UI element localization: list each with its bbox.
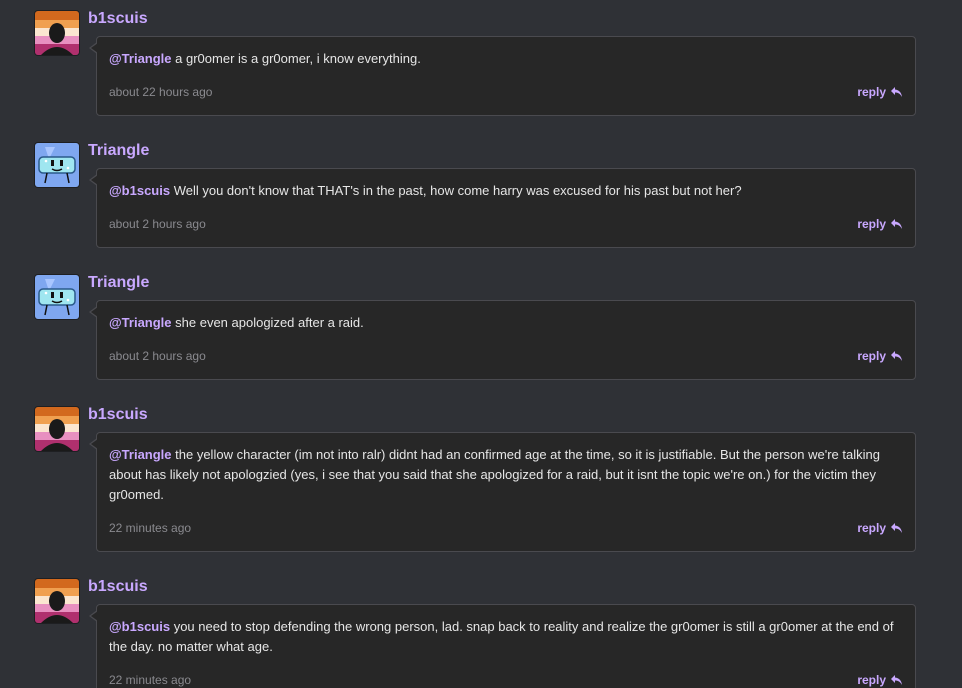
mention-link[interactable]: @Triangle <box>109 51 172 66</box>
comment-text: @Triangle a gr0omer is a gr0omer, i know… <box>109 49 903 69</box>
blue-triangle-character-avatar-icon <box>35 275 79 319</box>
timestamp: 22 minutes ago <box>109 673 192 687</box>
mention-link[interactable]: @b1scuis <box>109 619 170 634</box>
comment-meta: about 22 hours ago reply <box>109 85 903 101</box>
reply-label: reply <box>857 349 886 363</box>
reply-arrow-icon <box>891 351 902 361</box>
timestamp: about 22 hours ago <box>109 85 213 99</box>
comment-meta: about 2 hours ago reply <box>109 217 903 233</box>
comment-body: Well you don't know that THAT's in the p… <box>170 183 742 198</box>
timestamp: about 2 hours ago <box>109 217 206 231</box>
reply-button[interactable]: reply <box>857 349 903 363</box>
comment-text: @Triangle the yellow character (im not i… <box>109 445 903 505</box>
username[interactable]: Triangle <box>88 142 149 160</box>
orange-sunset-avatar-icon <box>35 579 79 623</box>
username[interactable]: Triangle <box>88 274 149 292</box>
reply-label: reply <box>857 217 886 231</box>
comment-text: @b1scuis you need to stop defending the … <box>109 617 903 657</box>
timestamp: about 2 hours ago <box>109 349 206 363</box>
reply-arrow-icon <box>891 523 902 533</box>
reply-label: reply <box>857 85 886 99</box>
reply-label: reply <box>857 673 886 687</box>
mention-link[interactable]: @Triangle <box>109 315 172 330</box>
reply-button[interactable]: reply <box>857 85 903 99</box>
avatar[interactable] <box>34 142 80 188</box>
timestamp: 22 minutes ago <box>109 521 192 535</box>
mention-link[interactable]: @Triangle <box>109 447 172 462</box>
blue-triangle-character-avatar-icon <box>35 143 79 187</box>
avatar[interactable] <box>34 578 80 624</box>
reply-arrow-icon <box>891 675 902 685</box>
reply-button[interactable]: reply <box>857 521 903 535</box>
comment-meta: about 2 hours ago reply <box>109 349 903 365</box>
avatar[interactable] <box>34 406 80 452</box>
reply-label: reply <box>857 521 886 535</box>
comment-meta: 22 minutes ago reply <box>109 673 903 688</box>
comment-meta: 22 minutes ago reply <box>109 521 903 537</box>
reply-arrow-icon <box>891 87 902 97</box>
comment-body: a gr0omer is a gr0omer, i know everythin… <box>171 51 421 66</box>
comment-body: she even apologized after a raid. <box>171 315 364 330</box>
comment-bubble: @b1scuis you need to stop defending the … <box>89 604 916 688</box>
comment-bubble: @Triangle the yellow character (im not i… <box>89 432 916 552</box>
avatar[interactable] <box>34 274 80 320</box>
avatar[interactable] <box>34 10 80 56</box>
username[interactable]: b1scuis <box>88 406 148 424</box>
orange-sunset-avatar-icon <box>35 407 79 451</box>
comment-bubble: @b1scuis Well you don't know that THAT's… <box>89 168 916 248</box>
comment-bubble: @Triangle she even apologized after a ra… <box>89 300 916 380</box>
reply-arrow-icon <box>891 219 902 229</box>
username[interactable]: b1scuis <box>88 578 148 596</box>
comment-text: @b1scuis Well you don't know that THAT's… <box>109 181 903 201</box>
comment-body: the yellow character (im not into ralr) … <box>109 447 880 502</box>
comment-body: you need to stop defending the wrong per… <box>109 619 894 654</box>
orange-sunset-avatar-icon <box>35 11 79 55</box>
reply-button[interactable]: reply <box>857 673 903 687</box>
username[interactable]: b1scuis <box>88 10 148 28</box>
comment-bubble: @Triangle a gr0omer is a gr0omer, i know… <box>89 36 916 116</box>
comment-feed: b1scuis @Triangle a gr0omer is a gr0omer… <box>0 0 962 688</box>
mention-link[interactable]: @b1scuis <box>109 183 170 198</box>
reply-button[interactable]: reply <box>857 217 903 231</box>
comment-text: @Triangle she even apologized after a ra… <box>109 313 903 333</box>
